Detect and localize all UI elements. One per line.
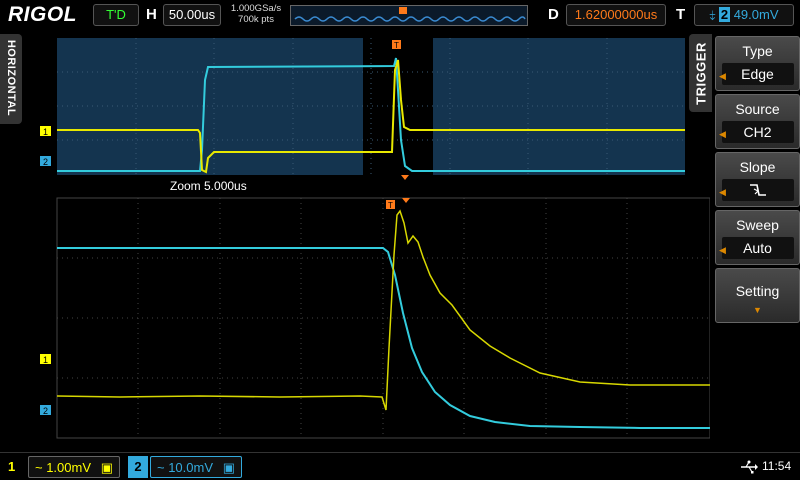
brand-logo: RIGOL xyxy=(8,3,77,26)
waveform-canvas: 1 2 T Zoom 5.000us 1 2 T xyxy=(40,38,710,439)
main-ch1-marker-label: 1 xyxy=(43,127,48,137)
trigger-tab[interactable]: TRIGGER xyxy=(689,34,713,112)
sample-rate: 1.000GSa/s xyxy=(230,3,282,14)
ch1-bandwidth-icon: ▣ xyxy=(100,460,113,475)
trigger-label: T xyxy=(676,6,686,23)
ch1-scale-value: ~ 1.00mV xyxy=(35,460,92,475)
falling-edge-icon xyxy=(721,179,794,201)
menu-setting-title: Setting xyxy=(735,283,780,299)
timebase-label: H xyxy=(146,6,157,23)
trigger-menu: Type Edge ◀ Source CH2 ◀ Slope ◀ Sweep A… xyxy=(712,30,800,450)
delay-label: D xyxy=(548,6,559,23)
status-bar: RIGOL T'D H 50.00us 1.000GSa/s 700k pts … xyxy=(0,0,800,30)
memory-waveform-icon xyxy=(294,7,526,22)
main-ch2-marker-label: 2 xyxy=(43,157,48,167)
menu-source-value: CH2 xyxy=(721,121,794,143)
ch2-label[interactable]: 2 xyxy=(128,456,148,478)
trigger-slope-icon: ⤈ xyxy=(709,7,716,22)
memory-trigger-marker xyxy=(399,7,407,14)
menu-source-arrow-icon: ◀ xyxy=(719,129,726,139)
clock: 11:54 xyxy=(762,459,792,473)
ch2-scale-value: ~ 10.0mV xyxy=(157,460,214,475)
menu-type-value: Edge xyxy=(721,63,794,85)
main-trigger-marker-label: T xyxy=(394,41,399,50)
memory-depth: 700k pts xyxy=(238,14,274,25)
menu-type[interactable]: Type Edge ◀ xyxy=(715,36,800,91)
ch1-scale[interactable]: ~ 1.00mV ▣ xyxy=(28,456,120,478)
menu-sweep-value: Auto xyxy=(721,237,794,259)
menu-sweep-arrow-icon: ◀ xyxy=(719,245,726,255)
menu-setting[interactable]: Setting ▼ xyxy=(715,268,800,323)
timebase-value[interactable]: 50.00us xyxy=(163,4,221,26)
zoom-trigger-marker-label: T xyxy=(388,201,393,210)
menu-source-title: Source xyxy=(735,101,780,117)
falling-edge-glyph xyxy=(749,184,766,196)
ch2-bandwidth-icon: ▣ xyxy=(222,460,235,475)
menu-type-arrow-icon: ◀ xyxy=(719,71,726,81)
ch1-label[interactable]: 1 xyxy=(8,456,15,478)
zoom-ch1-marker-label: 1 xyxy=(43,355,48,365)
ch2-scale[interactable]: ~ 10.0mV ▣ xyxy=(150,456,242,478)
trigger-delay-value[interactable]: 1.62000000us xyxy=(566,4,666,26)
menu-sweep[interactable]: Sweep Auto ◀ xyxy=(715,210,800,265)
run-state-indicator[interactable]: T'D xyxy=(93,4,139,26)
menu-slope-arrow-icon: ◀ xyxy=(719,187,726,197)
menu-sweep-title: Sweep xyxy=(736,217,779,233)
usb-icon xyxy=(741,460,758,474)
menu-source[interactable]: Source CH2 ◀ xyxy=(715,94,800,149)
main-trigger-position-arrow xyxy=(401,175,409,180)
channel-bar: 1 ~ 1.00mV ▣ 2 ~ 10.0mV ▣ 11:54 xyxy=(0,452,800,480)
acquisition-info: 1.000GSa/s 700k pts xyxy=(227,3,285,25)
menu-slope-title: Slope xyxy=(739,159,776,175)
memory-overview-bar xyxy=(290,5,528,26)
trigger-status[interactable]: ⤈ 2 49.0mV xyxy=(694,4,794,26)
zoom-ch2-marker-label: 2 xyxy=(43,406,48,416)
menu-setting-down-icon: ▼ xyxy=(753,305,762,315)
waveform-display[interactable]: 1 2 T Zoom 5.000us 1 2 T xyxy=(0,30,710,450)
menu-type-title: Type xyxy=(742,43,773,59)
zoom-label: Zoom 5.000us xyxy=(170,179,247,193)
menu-slope[interactable]: Slope ◀ xyxy=(715,152,800,207)
trigger-source-badge: 2 xyxy=(718,7,731,22)
trigger-level-value: 49.0mV xyxy=(733,7,779,22)
trigger-tab-label: TRIGGER xyxy=(693,42,709,105)
